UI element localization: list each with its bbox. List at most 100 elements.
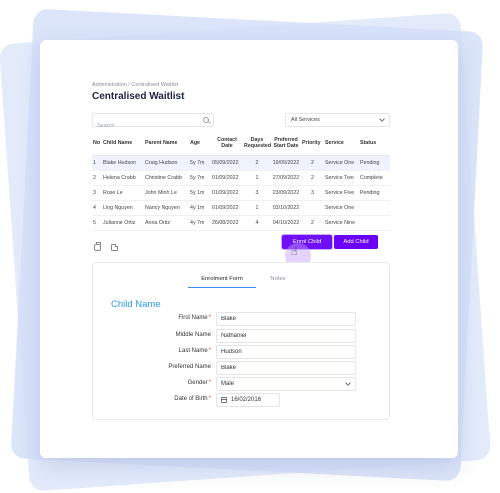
cell-status: Complete xyxy=(359,170,390,186)
preferred-name-input[interactable] xyxy=(216,361,356,375)
preferred-name-row: Preferred Name xyxy=(93,361,391,375)
required-marker: * xyxy=(208,396,211,402)
last-name-row: Last Name* xyxy=(93,345,391,359)
col-header-child-name[interactable]: Child Name xyxy=(102,132,144,156)
hand-pointer-icon: ☝ xyxy=(291,246,298,258)
col-header-age[interactable]: Age xyxy=(189,132,211,156)
table-export-actions xyxy=(94,238,124,256)
col-header-service[interactable]: Service xyxy=(324,132,359,156)
add-child-button[interactable]: Add Child xyxy=(334,235,378,249)
waitlist-table: No Child Name Parent Name Age Contact Da… xyxy=(92,132,390,231)
cell-days-requested: 2 xyxy=(243,155,271,171)
gender-label: Gender* xyxy=(187,380,211,386)
service-filter-value: All Services xyxy=(291,117,320,123)
cell-status xyxy=(359,215,390,231)
cell-contact-date: 05/09/2022 xyxy=(211,155,243,171)
dob-date-picker[interactable]: 16/02/2016 xyxy=(216,393,280,407)
cell-parent-name: Anna Ortiz xyxy=(144,215,189,231)
cell-status xyxy=(359,200,390,216)
cell-contact-date: 01/09/2022 xyxy=(211,185,243,201)
cell-parent-name: John Minh Le xyxy=(144,185,189,201)
table-row[interactable]: 2 Helena Crabb Christine Crabb 5y 7m 01/… xyxy=(92,170,390,186)
form-tabs: Enrolment Form Notes xyxy=(93,274,389,288)
cell-contact-date: 01/09/2022 xyxy=(211,200,243,216)
col-header-priority[interactable]: Priority xyxy=(301,132,324,156)
required-marker: * xyxy=(208,380,211,386)
table-row[interactable]: 5 Julianne Ortiz Anna Ortiz 4y 7m 26/08/… xyxy=(92,215,390,231)
first-name-row: First Name* xyxy=(93,312,391,326)
calendar-icon[interactable] xyxy=(221,397,227,403)
cell-no: 4 xyxy=(92,200,102,216)
cell-contact-date: 26/08/2022 xyxy=(211,215,243,231)
col-header-parent-name[interactable]: Parent Name xyxy=(144,132,189,156)
service-filter-select[interactable]: All Services xyxy=(285,113,390,127)
table-row[interactable]: 1 Blake Hudson Craig Hudson 5y 7m 05/09/… xyxy=(92,155,390,171)
cell-child-name: Blake Hudson xyxy=(102,155,144,171)
cell-days-requested: 4 xyxy=(243,215,271,231)
cell-priority xyxy=(301,200,324,216)
col-header-contact-date[interactable]: Contact Date xyxy=(211,132,243,156)
cell-age: 5y 1m xyxy=(189,185,211,201)
table-toolbar: All Services xyxy=(92,113,390,132)
printer-icon[interactable] xyxy=(94,242,101,251)
cell-parent-name: Craig Hudson xyxy=(144,155,189,171)
last-name-input[interactable] xyxy=(216,345,356,359)
cell-child-name: Julianne Ortiz xyxy=(102,215,144,231)
tab-enrolment-form[interactable]: Enrolment Form xyxy=(188,274,256,288)
cell-days-requested: 1 xyxy=(243,200,271,216)
table-header-row: No Child Name Parent Name Age Contact Da… xyxy=(92,132,390,156)
cell-no: 5 xyxy=(92,215,102,231)
cell-age: 5y 7m xyxy=(189,155,211,171)
col-header-preferred-start-date[interactable]: Preferred Start Date xyxy=(271,132,301,156)
chevron-down-icon xyxy=(345,380,351,386)
cell-status: Pending xyxy=(359,155,390,171)
cell-age: 4y 1m xyxy=(189,200,211,216)
section-title-child-name: Child Name xyxy=(111,299,161,310)
cell-service: Service Five xyxy=(324,185,359,201)
cell-no: 2 xyxy=(92,170,102,186)
table-row[interactable]: 4 Ling Nguyen Nancy Nguyen 4y 1m 01/09/2… xyxy=(92,200,390,216)
cell-no: 1 xyxy=(92,155,102,171)
cell-service: Service Two xyxy=(324,170,359,186)
required-marker: * xyxy=(208,315,211,321)
search-icon[interactable] xyxy=(203,117,209,123)
cell-preferred-start-date: 19/09/2022 xyxy=(271,155,301,171)
cell-age: 5y 7m xyxy=(189,170,211,186)
dob-label: Date of Birth* xyxy=(174,396,211,402)
col-header-days-requested[interactable]: Days Requested xyxy=(243,132,271,156)
search-input[interactable] xyxy=(93,120,213,132)
search-box[interactable] xyxy=(92,113,214,132)
cell-child-name: Ling Nguyen xyxy=(102,200,144,216)
dob-row: Date of Birth* 16/02/2016 xyxy=(93,393,391,407)
cell-child-name: Helena Crabb xyxy=(102,170,144,186)
chevron-down-icon xyxy=(379,116,385,122)
middle-name-row: Middle Name xyxy=(93,329,391,343)
cell-child-name: Rose Le xyxy=(102,185,144,201)
last-name-label: Last Name* xyxy=(178,348,211,354)
first-name-input[interactable] xyxy=(216,312,356,326)
cell-priority: 3 xyxy=(301,185,324,201)
gender-value: Male xyxy=(221,381,235,387)
tab-notes[interactable]: Notes xyxy=(263,274,293,288)
cell-service: Service One xyxy=(324,200,359,216)
gender-select[interactable]: Male xyxy=(216,377,356,391)
required-marker: * xyxy=(208,348,211,354)
table-row[interactable]: 3 Rose Le John Minh Le 5y 1m 01/09/2022 … xyxy=(92,185,390,201)
cell-priority: 2 xyxy=(301,215,324,231)
cell-preferred-start-date: 04/10/2022 xyxy=(271,215,301,231)
document-icon[interactable] xyxy=(111,244,119,251)
middle-name-input[interactable] xyxy=(216,329,356,343)
cell-contact-date: 01/09/2022 xyxy=(211,170,243,186)
dob-value: 16/02/2016 xyxy=(231,397,262,403)
breadcrumb: Administration / Centralised Waitlist xyxy=(92,82,179,88)
cell-parent-name: Christine Crabb xyxy=(144,170,189,186)
cell-preferred-start-date: 27/09/2022 xyxy=(271,170,301,186)
preferred-name-label: Preferred Name xyxy=(168,364,211,370)
cell-service: Service Nine xyxy=(324,215,359,231)
first-name-label: First Name* xyxy=(178,315,211,321)
enrolment-form-panel: Enrolment Form Notes Child Name First Na… xyxy=(92,262,390,420)
col-header-no[interactable]: No xyxy=(92,132,102,156)
gender-row: Gender* Male xyxy=(93,377,391,391)
col-header-status[interactable]: Status xyxy=(359,132,390,156)
page-title: Centralised Waitlist xyxy=(92,91,185,102)
